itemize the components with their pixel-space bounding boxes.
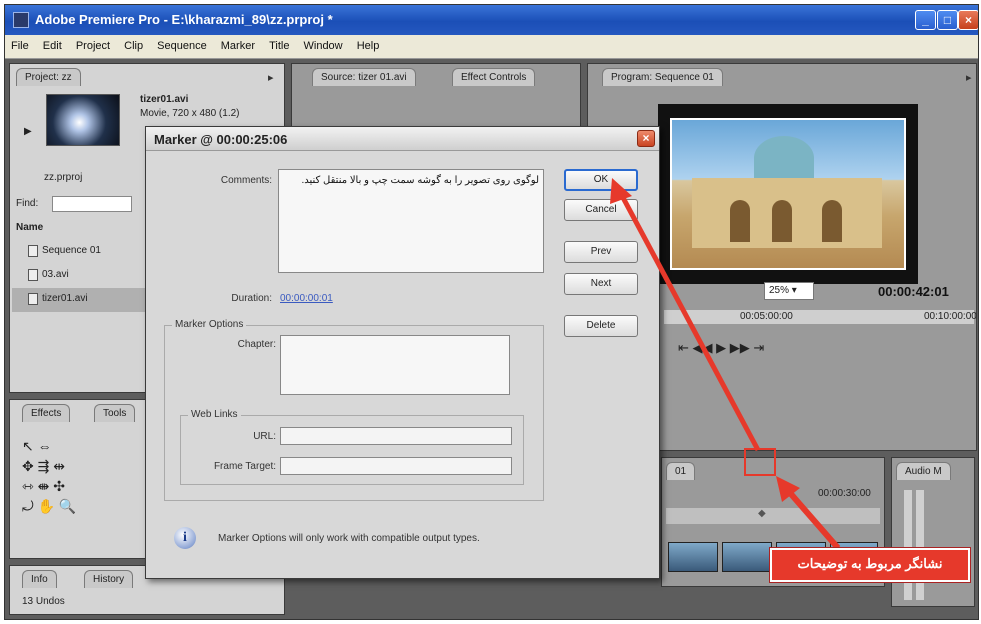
annotation-callout: نشانگر مربوط به توضیحات bbox=[770, 548, 970, 582]
arrow-to-ok-line bbox=[617, 190, 761, 452]
arrow-to-ok-head bbox=[610, 178, 632, 204]
annotation-arrows bbox=[610, 178, 841, 550]
marker-highlight-box bbox=[744, 448, 776, 476]
arrow-to-marker-line bbox=[781, 484, 841, 550]
